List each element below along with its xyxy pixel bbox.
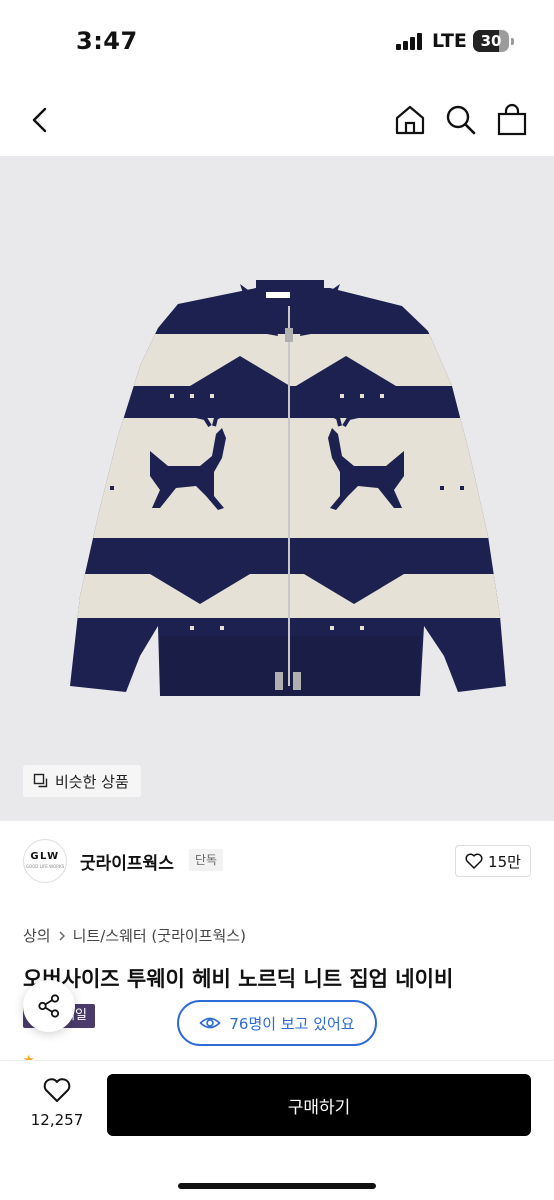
network-label: LTE xyxy=(432,30,467,52)
exclusive-tag: 단독 xyxy=(189,849,224,871)
sweater-illustration xyxy=(70,280,506,696)
battery-cap xyxy=(511,38,514,45)
similar-products-button[interactable]: 비슷한 상품 xyxy=(23,765,141,797)
copy-icon xyxy=(33,773,48,788)
eye-icon xyxy=(199,1017,222,1029)
search-icon[interactable] xyxy=(443,102,479,138)
brand-like-button[interactable]: 15만 xyxy=(455,845,531,877)
status-time: 3:47 xyxy=(76,27,138,55)
product-image[interactable] xyxy=(0,156,554,820)
bottom-action-bar: 12,257 구매하기 xyxy=(0,1060,554,1200)
brand-logo[interactable]: GLW GOOD LIFE WORKS xyxy=(23,839,67,883)
share-button[interactable] xyxy=(23,980,75,1032)
breadcrumb-item-category[interactable]: 상의 xyxy=(23,925,51,946)
battery-level-text: 30 xyxy=(480,32,502,50)
home-icon[interactable] xyxy=(392,102,428,138)
brand-row: GLW GOOD LIFE WORKS 굿라이프웍스 단독 15만 xyxy=(0,820,554,900)
viewing-now-text: 76명이 보고 있어요 xyxy=(229,1014,355,1033)
breadcrumb-item-subcategory[interactable]: 니트/스웨터 (굿라이프웍스) xyxy=(73,925,246,946)
heart-icon xyxy=(465,853,483,869)
signal-icon xyxy=(396,33,424,50)
product-title: 오버사이즈 투웨이 헤비 노르딕 니트 집업 네이비 xyxy=(23,967,454,991)
brand-logo-subtext: GOOD LIFE WORKS xyxy=(25,864,65,869)
brand-like-count: 15만 xyxy=(488,852,521,871)
wishlist-button[interactable]: 12,257 xyxy=(22,1077,92,1129)
brand-name[interactable]: 굿라이프웍스 xyxy=(80,849,174,874)
home-indicator[interactable] xyxy=(178,1183,376,1189)
heart-icon xyxy=(43,1078,71,1102)
breadcrumb: 상의 니트/스웨터 (굿라이프웍스) xyxy=(23,925,246,946)
status-bar: 3:47 LTE 30 xyxy=(0,0,554,84)
brand-logo-text: GLW xyxy=(30,851,60,862)
similar-products-label: 비슷한 상품 xyxy=(55,772,129,791)
top-nav xyxy=(0,84,554,156)
share-icon xyxy=(38,994,60,1018)
wishlist-count: 12,257 xyxy=(30,1111,84,1129)
viewing-now-pill: 76명이 보고 있어요 xyxy=(177,1000,377,1046)
battery-icon: 30 xyxy=(473,30,509,52)
back-icon[interactable] xyxy=(22,102,58,138)
buy-button[interactable]: 구매하기 xyxy=(107,1074,531,1136)
chevron-right-icon xyxy=(59,931,65,940)
shopping-bag-icon[interactable] xyxy=(494,102,530,138)
